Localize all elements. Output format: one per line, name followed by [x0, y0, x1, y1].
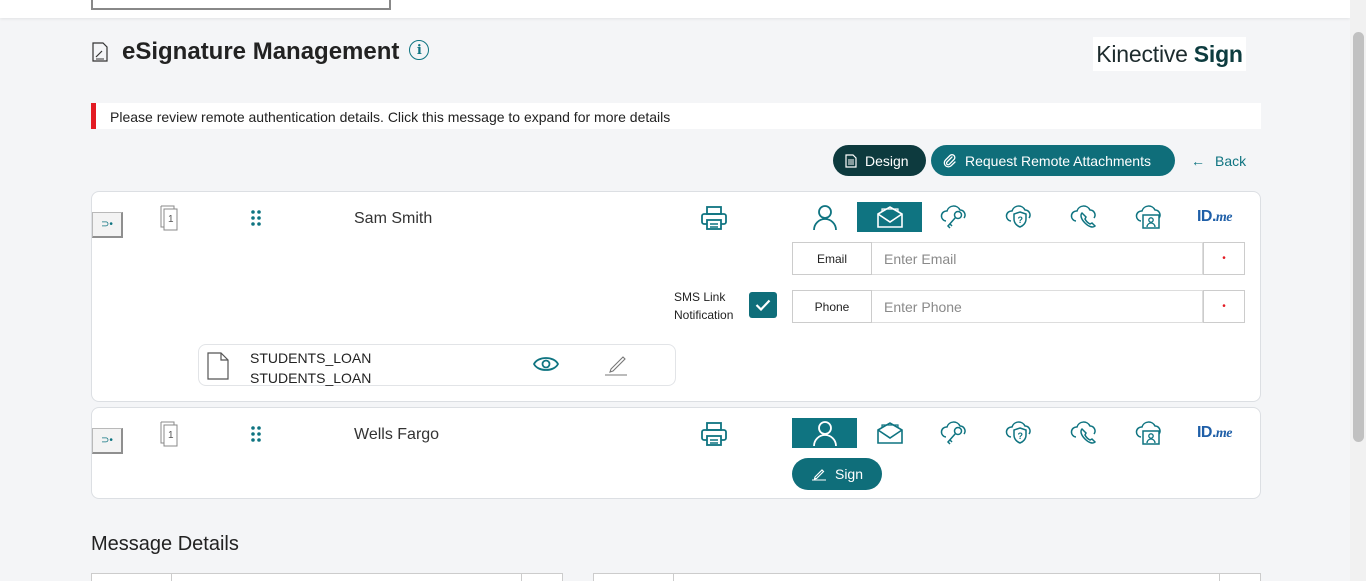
- request-remote-label: Request Remote Attachments: [965, 152, 1151, 169]
- required-indicator: •: [1203, 242, 1245, 275]
- document-edit-icon: [92, 42, 108, 62]
- brand-prefix: Kinective: [1096, 40, 1188, 67]
- required-indicator: •: [1203, 290, 1245, 323]
- signer-name: Sam Smith: [354, 210, 433, 227]
- phone-label: Phone: [792, 290, 872, 323]
- sms-notification-checkbox[interactable]: [749, 292, 777, 318]
- auth-kba[interactable]: [922, 418, 987, 448]
- request-remote-attachments-button[interactable]: Request Remote Attachments: [931, 145, 1175, 176]
- auth-in-person[interactable]: [792, 418, 857, 448]
- auth-question[interactable]: ?: [987, 202, 1052, 232]
- signer-card-sam-smith: ⊃• 1 Sam Smith ? ID.me Email Enter Email…: [91, 191, 1261, 402]
- document-item: STUDENTS_LOAN STUDENTS_LOAN: [198, 344, 676, 386]
- print-icon[interactable]: [700, 204, 728, 232]
- page-count: 1: [168, 430, 174, 441]
- scrollbar[interactable]: [1350, 0, 1366, 581]
- scrollbar-thumb[interactable]: [1353, 32, 1364, 442]
- person-icon: [812, 205, 837, 231]
- email-icon: [876, 422, 903, 444]
- pen-icon: [811, 469, 826, 481]
- top-tab[interactable]: [91, 0, 391, 10]
- phone-input[interactable]: Enter Phone: [872, 290, 1203, 323]
- sign-label: Sign: [834, 466, 864, 482]
- document-names: STUDENTS_LOAN STUDENTS_LOAN: [250, 348, 371, 388]
- expand-toggle-icon[interactable]: ⊃•: [92, 212, 123, 238]
- sms-notification-label: SMS Link Notification: [674, 290, 734, 322]
- email-icon: [876, 206, 903, 228]
- print-icon[interactable]: [700, 420, 728, 448]
- file-icon: [207, 352, 229, 380]
- field-addon-box: [521, 573, 563, 581]
- design-label: Design: [865, 152, 909, 169]
- cloud-shield-question-icon: ?: [1005, 205, 1031, 228]
- checkmark-icon: [755, 299, 771, 311]
- field-addon-box: [1219, 573, 1261, 581]
- svg-text:?: ?: [1017, 431, 1023, 441]
- field-label-box: [593, 573, 675, 581]
- eye-icon[interactable]: [533, 355, 559, 373]
- field-label-box: [91, 573, 173, 581]
- auth-email[interactable]: [857, 418, 922, 448]
- back-arrow-icon: ←: [1191, 152, 1205, 169]
- auth-phone[interactable]: [1052, 418, 1117, 448]
- signer-name: Wells Fargo: [354, 426, 440, 443]
- design-button[interactable]: Design: [833, 145, 926, 176]
- auth-id-card[interactable]: [1117, 202, 1182, 232]
- pages-icon[interactable]: 1: [160, 204, 182, 232]
- email-field-row: Email Enter Email •: [792, 242, 1245, 275]
- brand-logo: Kinective Sign: [1093, 37, 1246, 71]
- auth-question[interactable]: ?: [987, 418, 1052, 448]
- remote-auth-alert[interactable]: Please review remote authentication deta…: [91, 103, 1261, 129]
- cloud-id-card-icon: [1135, 421, 1161, 445]
- action-bar: Design Request Remote Attachments ← Back: [833, 145, 1246, 176]
- signer-card-wells-fargo: ⊃• 1 Wells Fargo ? ID.me Sign: [91, 407, 1261, 499]
- auth-in-person[interactable]: [792, 202, 857, 232]
- cloud-shield-question-icon: ?: [1005, 421, 1031, 444]
- idme-logo: ID.me: [1196, 424, 1233, 441]
- auth-idme[interactable]: ID.me: [1182, 202, 1247, 232]
- idme-logo: ID.me: [1196, 208, 1233, 225]
- auth-methods: ? ID.me: [792, 202, 1247, 234]
- page-title: eSignature Management: [122, 38, 400, 65]
- document-name: STUDENTS_LOAN: [250, 350, 372, 366]
- top-bar: [0, 0, 1350, 18]
- auth-idme[interactable]: ID.me: [1182, 418, 1247, 448]
- auth-kba[interactable]: [922, 202, 987, 232]
- field-input-box[interactable]: [673, 573, 1221, 581]
- field-input-box[interactable]: [171, 573, 523, 581]
- back-link[interactable]: ← Back: [1191, 153, 1246, 169]
- auth-id-card[interactable]: [1117, 418, 1182, 448]
- drag-handle-icon[interactable]: [250, 425, 262, 443]
- page-count: 1: [168, 214, 174, 225]
- cloud-key-icon: [940, 421, 966, 445]
- cloud-key-icon: [940, 205, 966, 229]
- message-details-heading: Message Details: [91, 533, 239, 555]
- title-row: eSignature Management i: [92, 38, 430, 66]
- cloud-phone-icon: [1070, 421, 1096, 444]
- brand-suffix: Sign: [1193, 40, 1243, 67]
- email-label: Email: [792, 242, 872, 275]
- cloud-id-card-icon: [1135, 205, 1161, 229]
- document-icon: [845, 153, 857, 168]
- back-label: Back: [1215, 152, 1247, 169]
- person-icon: [812, 421, 837, 447]
- pages-icon[interactable]: 1: [160, 420, 182, 448]
- auth-methods: ? ID.me: [792, 418, 1247, 450]
- svg-text:?: ?: [1017, 215, 1023, 225]
- pen-icon[interactable]: [603, 353, 629, 377]
- auth-phone[interactable]: [1052, 202, 1117, 232]
- cloud-phone-icon: [1070, 205, 1096, 228]
- paperclip-icon: [943, 153, 956, 168]
- drag-handle-icon[interactable]: [250, 209, 262, 227]
- info-icon[interactable]: i: [409, 40, 430, 60]
- email-input[interactable]: Enter Email: [872, 242, 1203, 275]
- document-name: STUDENTS_LOAN: [250, 370, 372, 386]
- expand-toggle-icon[interactable]: ⊃•: [92, 428, 123, 454]
- auth-email[interactable]: [857, 202, 922, 232]
- phone-field-row: Phone Enter Phone •: [792, 290, 1245, 323]
- sign-button[interactable]: Sign: [792, 458, 882, 490]
